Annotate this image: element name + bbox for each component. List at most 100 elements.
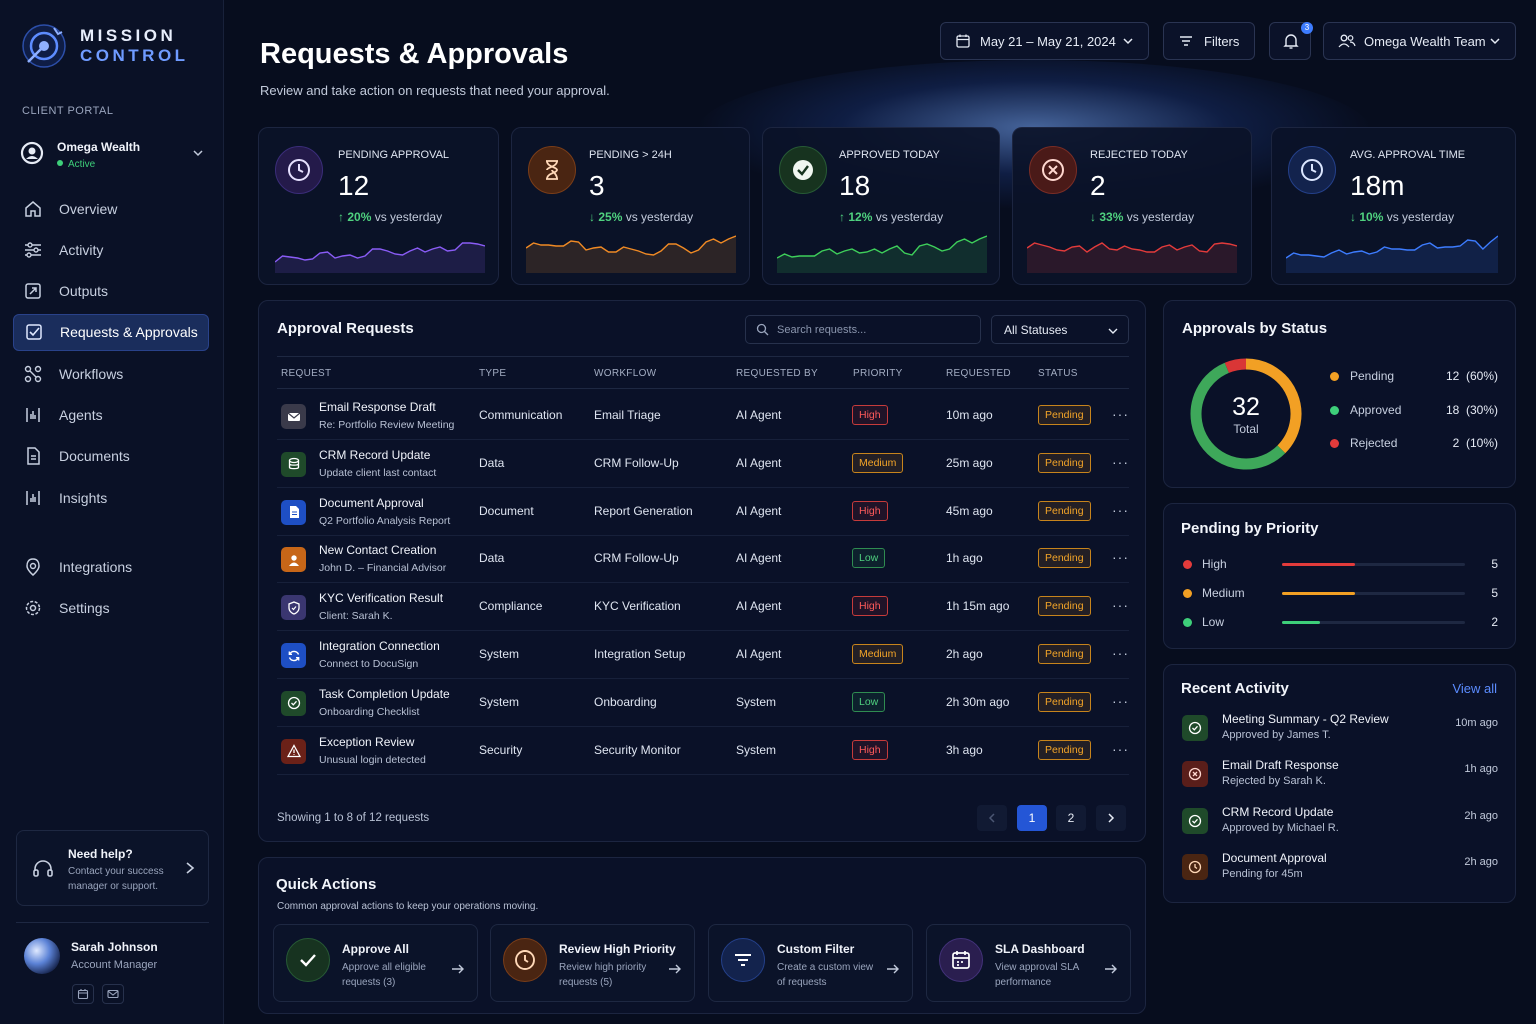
page-1-button[interactable]: 1	[1017, 805, 1047, 831]
status-badge: Pending	[1038, 500, 1091, 521]
kpi-rejected-today[interactable]: REJECTED TODAY 2 ↓ 33% vs yesterday	[1012, 127, 1252, 285]
table-row[interactable]: CRM Record Update Update client last cont…	[277, 440, 1129, 488]
calendar-icon	[77, 989, 89, 1000]
requested-time: 45m ago	[946, 503, 993, 518]
sparkline	[777, 235, 987, 273]
priority-count: 5	[1491, 586, 1498, 600]
pagination-summary: Showing 1 to 8 of 12 requests	[277, 812, 430, 824]
page-2-button[interactable]: 2	[1056, 805, 1086, 831]
col-priority[interactable]: PRIORITY	[853, 368, 903, 379]
sidebar-item-overview[interactable]: Overview	[13, 190, 209, 227]
donut-slice-rejected[interactable]	[1224, 358, 1247, 373]
review-high-priority-button[interactable]: Review High Priority Review high priorit…	[490, 924, 695, 1002]
filters-button[interactable]: Filters	[1163, 22, 1255, 60]
more-options-button[interactable]: ···	[1112, 406, 1129, 422]
view-all-link[interactable]: View all	[1452, 681, 1497, 696]
kpi-pending-24h[interactable]: PENDING > 24H 3 ↓ 25% vs yesterday	[511, 127, 750, 285]
table-row[interactable]: Task Completion Update Onboarding Checkli…	[277, 679, 1129, 727]
priority-row-high: High 5	[1182, 556, 1498, 576]
kpi-label: REJECTED TODAY	[1090, 149, 1188, 161]
x-circle-icon	[1182, 761, 1208, 788]
search-input[interactable]: Search requests...	[745, 315, 981, 344]
sla-dashboard-button[interactable]: SLA Dashboard View approval SLA performa…	[926, 924, 1131, 1002]
sidebar-item-integrations[interactable]: Integrations	[13, 548, 209, 585]
table-row[interactable]: Exception Review Unusual login detected Se…	[277, 727, 1129, 775]
activity-item[interactable]: CRM Record Update Approved by Michael R. 2…	[1182, 805, 1498, 845]
more-options-button[interactable]: ···	[1112, 549, 1129, 565]
table-row[interactable]: Email Response Draft Re: Portfolio Review…	[277, 392, 1129, 440]
col-requested-by[interactable]: REQUESTED BY	[736, 368, 818, 379]
sidebar-item-insights[interactable]: Insights	[13, 479, 209, 516]
request-type: Compliance	[479, 599, 543, 614]
table-row[interactable]: KYC Verification Result Client: Sarah K. C…	[277, 583, 1129, 632]
sparkline-area	[777, 236, 987, 273]
more-options-button[interactable]: ···	[1112, 741, 1129, 757]
activity-time: 2h ago	[1464, 809, 1498, 822]
table-row[interactable]: New Contact Creation John D. – Financial …	[277, 535, 1129, 584]
help-text: Contact your success manager or support.	[68, 866, 164, 892]
col-status[interactable]: STATUS	[1038, 368, 1078, 379]
more-options-button[interactable]: ···	[1112, 693, 1129, 709]
sidebar-item-activity[interactable]: Activity	[13, 231, 209, 268]
legend-count-value: 18	[1445, 403, 1460, 417]
status-filter-select[interactable]: All Statuses	[991, 315, 1129, 344]
pending-by-priority-panel: Pending by Priority High 5 Medium 5 Low …	[1163, 503, 1516, 649]
client-selector[interactable]: Omega Wealth Active	[20, 137, 210, 171]
table-row[interactable]: Integration Connection Connect to DocuSig…	[277, 631, 1129, 679]
sidebar-item-documents[interactable]: Documents	[13, 438, 209, 475]
sidebar-item-outputs[interactable]: Outputs	[13, 273, 209, 310]
kpi-change-suffix: vs yesterday	[374, 210, 443, 224]
date-range-picker[interactable]: May 21 – May 21, 2024	[940, 22, 1149, 60]
notifications-button[interactable]: 3	[1269, 22, 1313, 60]
calendar-button[interactable]	[72, 984, 94, 1004]
document-icon	[27, 447, 40, 466]
col-requested[interactable]: REQUESTED	[946, 368, 1011, 379]
sparkline	[275, 242, 485, 273]
more-options-button[interactable]: ···	[1112, 454, 1129, 470]
more-options-button[interactable]: ···	[1112, 597, 1129, 613]
headset-icon	[33, 860, 53, 877]
col-request[interactable]: REQUEST	[281, 368, 331, 379]
status-badge: Pending	[1038, 405, 1091, 425]
mail-button[interactable]	[102, 984, 124, 1004]
activity-item[interactable]: Document Approval Pending for 45m 2h ago	[1182, 851, 1498, 891]
filter-icon	[721, 938, 765, 982]
prev-page-button[interactable]	[977, 805, 1007, 831]
workflow-icon	[24, 365, 42, 382]
search-placeholder: Search requests...	[777, 323, 867, 336]
sidebar-item-label: Insights	[59, 489, 108, 506]
priority-bar	[1282, 621, 1465, 624]
help-card[interactable]: Need help? Contact your success manager …	[16, 830, 209, 906]
sidebar-item-agents[interactable]: Agents	[13, 396, 209, 433]
col-type[interactable]: TYPE	[479, 368, 506, 379]
custom-filter-button[interactable]: Custom Filter Create a custom view of re…	[708, 924, 913, 1002]
sync-icon	[281, 643, 306, 668]
sidebar-item-workflows[interactable]: Workflows	[13, 355, 209, 392]
approve-all-button[interactable]: Approve All Approve all eligible request…	[273, 924, 478, 1002]
legend-count: 2 (10%)	[1453, 436, 1498, 450]
panel-subtitle: Common approval actions to keep your ope…	[277, 901, 539, 912]
team-selector[interactable]: Omega Wealth Team	[1323, 22, 1516, 60]
logo[interactable]: MISSION CONTROL	[20, 22, 189, 70]
approvals-by-status-panel: Approvals by Status 32 Total Pending 12 …	[1163, 300, 1516, 488]
kpi-pending-approval[interactable]: PENDING APPROVAL 12 ↑ 20% vs yesterday	[258, 127, 499, 285]
next-page-button[interactable]	[1096, 805, 1126, 831]
sidebar-item-settings[interactable]: Settings	[13, 590, 209, 627]
col-workflow[interactable]: WORKFLOW	[594, 368, 656, 379]
requested-time: 3h ago	[946, 742, 983, 757]
requested-by: AI Agent	[736, 408, 782, 422]
more-options-button[interactable]: ···	[1112, 645, 1129, 661]
kpi-approved-today[interactable]: APPROVED TODAY 18 ↑ 12% vs yesterday	[762, 127, 1000, 285]
user-name: Sarah Johnson	[71, 940, 158, 954]
table-row[interactable]: Document Approval Q2 Portfolio Analysis R…	[277, 488, 1129, 536]
kpi-avg-approval-time[interactable]: AVG. APPROVAL TIME 18m ↓ 10% vs yesterda…	[1271, 127, 1516, 285]
kpi-change-suffix: vs yesterday	[1126, 210, 1195, 224]
more-options-button[interactable]: ···	[1112, 502, 1129, 518]
activity-item[interactable]: Meeting Summary - Q2 Review Approved by J…	[1182, 712, 1498, 752]
sidebar-item-requests-approvals[interactable]: Requests & Approvals	[13, 313, 209, 351]
priority-badge: High	[852, 500, 888, 521]
page-title: Requests & Approvals	[260, 38, 569, 70]
activity-item[interactable]: Email Draft Response Rejected by Sarah K.…	[1182, 758, 1498, 798]
chevron-down-icon	[193, 150, 203, 157]
